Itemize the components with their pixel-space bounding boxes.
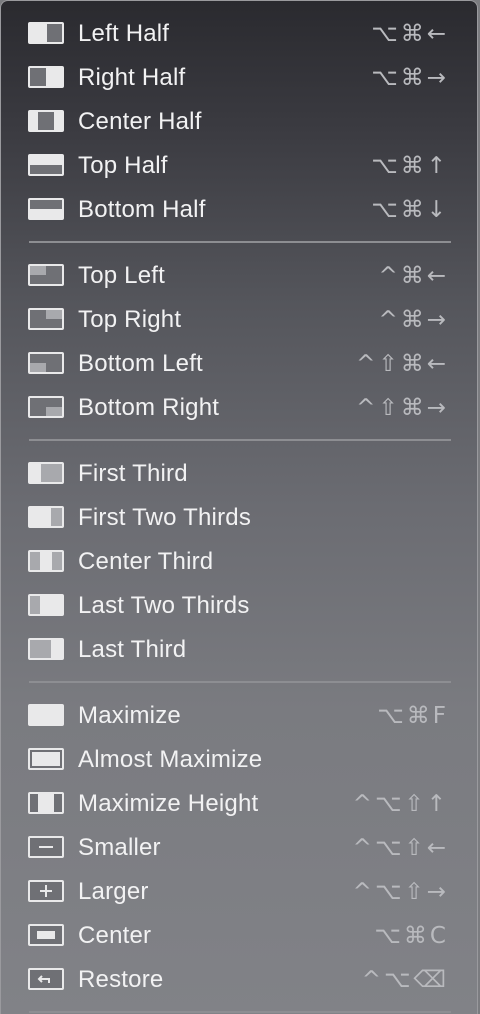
menu-item-center[interactable]: Center ⌥⌘C xyxy=(1,915,479,955)
shortcut: ^⌥⌫ xyxy=(361,967,449,993)
shortcut: ^⌥⇧↑ xyxy=(352,791,449,817)
menu-item-almost-maximize[interactable]: Almost Maximize xyxy=(1,739,479,779)
menu-item-label: Top Left xyxy=(78,262,165,289)
shortcut: ⌥⌘↓ xyxy=(371,197,449,223)
maximize-height-icon xyxy=(28,792,64,814)
first-two-thirds-icon xyxy=(28,506,64,528)
shortcut: ⌥⌘→ xyxy=(371,65,449,91)
menu-item-restore[interactable]: Restore ^⌥⌫ xyxy=(1,959,479,999)
shortcut: ^⌘← xyxy=(378,263,449,289)
last-third-icon xyxy=(28,638,64,660)
shortcut: ⌥⌘F xyxy=(377,703,449,729)
menu-item-label: First Third xyxy=(78,460,188,487)
menu-item-label: Bottom Right xyxy=(78,394,220,421)
menu-item-top-right[interactable]: Top Right ^⌘→ xyxy=(1,299,479,339)
menu-item-label: Larger xyxy=(78,878,149,905)
bottom-right-icon xyxy=(28,396,64,418)
almost-maximize-icon xyxy=(28,748,64,770)
menu-item-label: First Two Thirds xyxy=(78,504,252,531)
menu-item-top-left[interactable]: Top Left ^⌘← xyxy=(1,255,479,295)
last-two-thirds-icon xyxy=(28,594,64,616)
menu-item-first-two-thirds[interactable]: First Two Thirds xyxy=(1,497,479,537)
shortcut: ⌥⌘← xyxy=(371,21,449,47)
menu-item-label: Bottom Left xyxy=(78,350,203,377)
restore-icon xyxy=(28,968,64,990)
menu-item-smaller[interactable]: Smaller ^⌥⇧← xyxy=(1,827,479,867)
menu-item-label: Left Half xyxy=(78,20,170,47)
first-third-icon xyxy=(28,462,64,484)
menu-item-label: Last Two Thirds xyxy=(78,592,250,619)
top-half-icon xyxy=(28,154,64,176)
menu-item-label: Restore xyxy=(78,966,164,993)
menu-separator xyxy=(29,1011,451,1013)
menu-item-bottom-left[interactable]: Bottom Left ^⇧⌘← xyxy=(1,343,479,383)
shortcut: ⌥⌘↑ xyxy=(371,153,449,179)
menu-item-label: Center Half xyxy=(78,108,202,135)
menu-item-label: Right Half xyxy=(78,64,186,91)
larger-icon xyxy=(28,880,64,902)
menu-item-bottom-right[interactable]: Bottom Right ^⇧⌘→ xyxy=(1,387,479,427)
center-half-icon xyxy=(28,110,64,132)
menu-item-center-half[interactable]: Center Half xyxy=(1,101,479,141)
menu-item-label: Smaller xyxy=(78,834,161,861)
shortcut: ^⌥⇧← xyxy=(352,835,449,861)
center-third-icon xyxy=(28,550,64,572)
window-snap-menu: Left Half ⌥⌘← Right Half ⌥⌘→ Center Half… xyxy=(0,0,478,1014)
center-icon xyxy=(28,924,64,946)
top-left-icon xyxy=(28,264,64,286)
menu-item-label: Top Right xyxy=(78,306,182,333)
menu-item-last-two-thirds[interactable]: Last Two Thirds xyxy=(1,585,479,625)
menu-item-label: Center Third xyxy=(78,548,214,575)
menu-item-label: Maximize Height xyxy=(78,790,259,817)
menu-item-last-third[interactable]: Last Third xyxy=(1,629,479,669)
menu-item-maximize[interactable]: Maximize ⌥⌘F xyxy=(1,695,479,735)
shortcut: ^⌘→ xyxy=(378,307,449,333)
menu-item-label: Maximize xyxy=(78,702,181,729)
maximize-icon xyxy=(28,704,64,726)
menu-item-first-third[interactable]: First Third xyxy=(1,453,479,493)
menu-item-label: Bottom Half xyxy=(78,196,206,223)
menu-item-larger[interactable]: Larger ^⌥⇧→ xyxy=(1,871,479,911)
menu-separator xyxy=(29,439,451,441)
smaller-icon xyxy=(28,836,64,858)
menu-separator xyxy=(29,681,451,683)
shortcut: ^⇧⌘← xyxy=(356,351,449,377)
shortcut: ^⌥⇧→ xyxy=(352,879,449,905)
menu-item-left-half[interactable]: Left Half ⌥⌘← xyxy=(1,13,479,53)
right-half-icon xyxy=(28,66,64,88)
menu-item-label: Center xyxy=(78,922,152,949)
menu-item-center-third[interactable]: Center Third xyxy=(1,541,479,581)
shortcut: ^⇧⌘→ xyxy=(356,395,449,421)
menu-item-top-half[interactable]: Top Half ⌥⌘↑ xyxy=(1,145,479,185)
top-right-icon xyxy=(28,308,64,330)
menu-separator xyxy=(29,241,451,243)
left-half-icon xyxy=(28,22,64,44)
menu-item-bottom-half[interactable]: Bottom Half ⌥⌘↓ xyxy=(1,189,479,229)
menu-item-label: Top Half xyxy=(78,152,168,179)
menu-item-right-half[interactable]: Right Half ⌥⌘→ xyxy=(1,57,479,97)
bottom-left-icon xyxy=(28,352,64,374)
menu-item-label: Almost Maximize xyxy=(78,746,263,773)
menu-item-label: Last Third xyxy=(78,636,187,663)
bottom-half-icon xyxy=(28,198,64,220)
shortcut: ⌥⌘C xyxy=(374,923,449,949)
menu-item-maximize-height[interactable]: Maximize Height ^⌥⇧↑ xyxy=(1,783,479,823)
